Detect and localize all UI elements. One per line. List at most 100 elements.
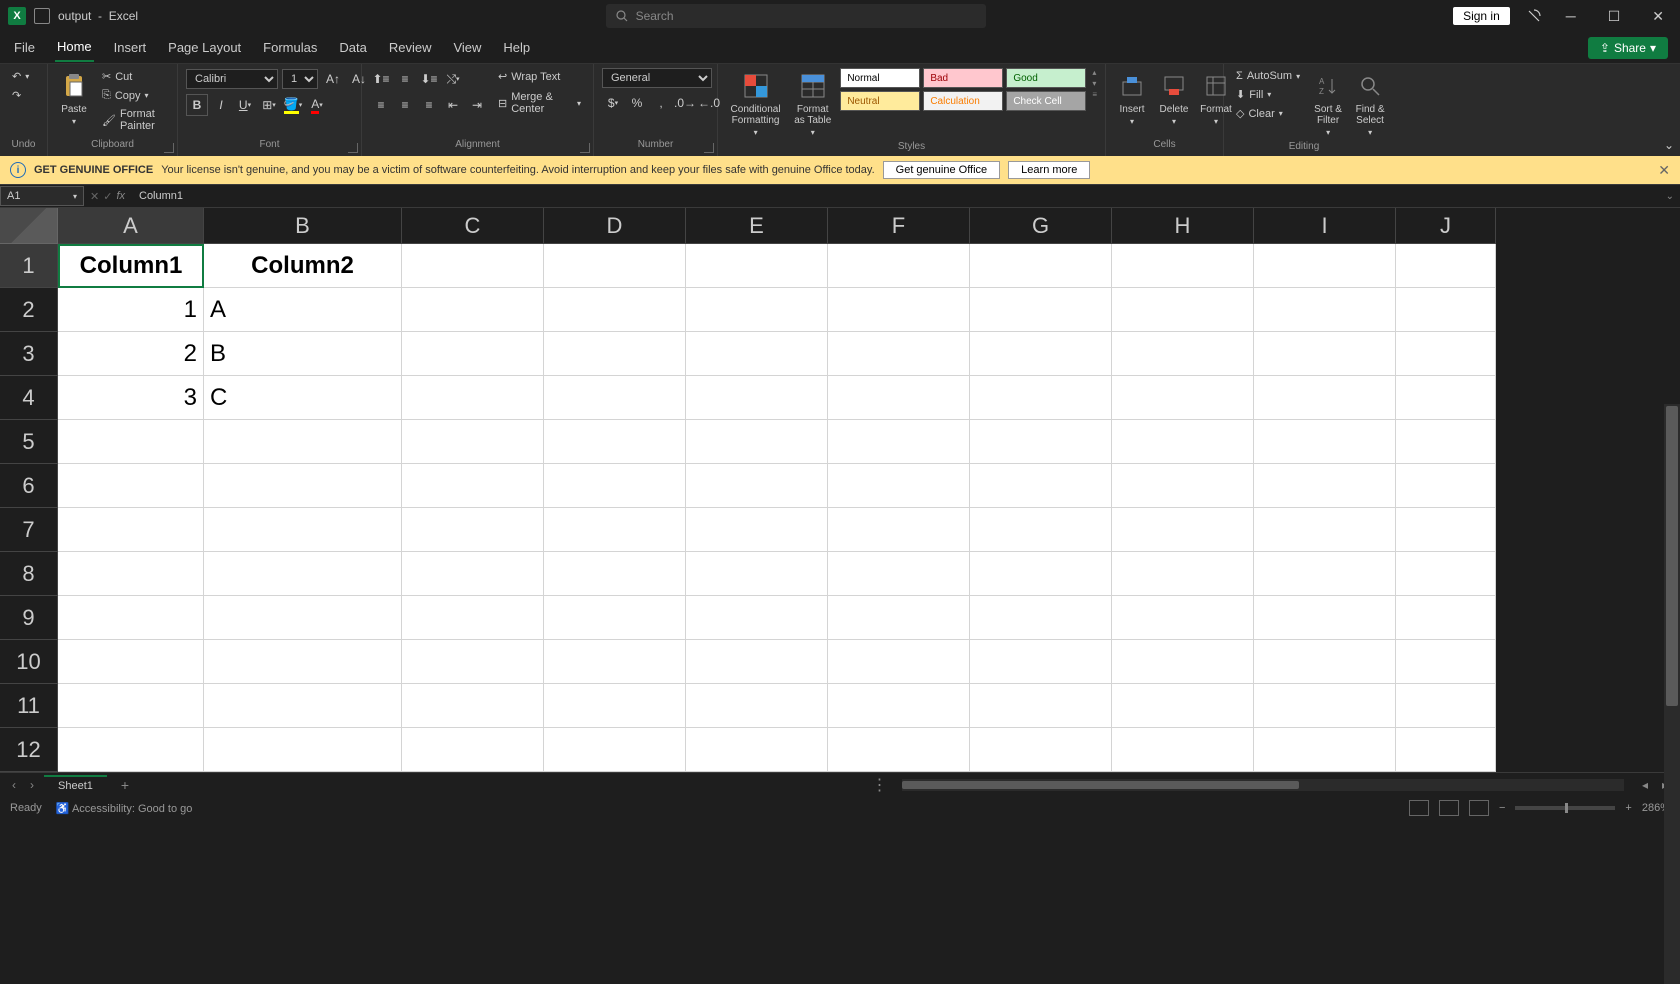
cell-A12[interactable] [58,728,204,772]
cell-H5[interactable] [1112,420,1254,464]
cell-I1[interactable] [1254,244,1396,288]
cell-C7[interactable] [402,508,544,552]
cell-H10[interactable] [1112,640,1254,684]
column-header-F[interactable]: F [828,208,970,244]
align-bottom-button[interactable]: ⬇≡ [418,68,440,90]
align-middle-button[interactable]: ≡ [394,68,416,90]
cell-I5[interactable] [1254,420,1396,464]
cell-J6[interactable] [1396,464,1496,508]
sheet-nav-next[interactable]: › [26,778,38,792]
row-header-12[interactable]: 12 [0,728,58,772]
page-break-view-button[interactable] [1469,800,1489,816]
add-sheet-button[interactable]: + [113,777,137,793]
align-right-button[interactable]: ≡ [418,94,440,116]
column-header-A[interactable]: A [58,208,204,244]
row-header-1[interactable]: 1 [0,244,58,288]
format-painter-button[interactable]: 🖌Format Painter [98,106,169,134]
tab-file[interactable]: File [12,34,37,61]
tab-formulas[interactable]: Formulas [261,34,319,61]
cell-B2[interactable]: A [204,288,402,332]
cell-A9[interactable] [58,596,204,640]
cell-G7[interactable] [970,508,1112,552]
zoom-out-button[interactable]: − [1499,802,1505,814]
tab-data[interactable]: Data [337,34,368,61]
style-good[interactable]: Good [1006,68,1086,88]
cell-I2[interactable] [1254,288,1396,332]
search-box[interactable]: Search [606,4,986,28]
cell-A3[interactable]: 2 [58,332,204,376]
cell-I3[interactable] [1254,332,1396,376]
cell-G8[interactable] [970,552,1112,596]
cell-E10[interactable] [686,640,828,684]
cell-F7[interactable] [828,508,970,552]
cell-E7[interactable] [686,508,828,552]
get-genuine-office-button[interactable]: Get genuine Office [883,161,1001,179]
row-header-11[interactable]: 11 [0,684,58,728]
cell-C3[interactable] [402,332,544,376]
cell-H8[interactable] [1112,552,1254,596]
cell-H7[interactable] [1112,508,1254,552]
cell-J4[interactable] [1396,376,1496,420]
cell-A6[interactable] [58,464,204,508]
style-calculation[interactable]: Calculation [923,91,1003,111]
style-neutral[interactable]: Neutral [840,91,920,111]
underline-button[interactable]: U▾ [234,94,256,116]
orientation-button[interactable]: ⤭▾ [442,68,464,90]
cell-H9[interactable] [1112,596,1254,640]
cell-I12[interactable] [1254,728,1396,772]
sort-filter-button[interactable]: AZSort & Filter▾ [1310,68,1346,139]
undo-button[interactable]: ↶▾ [8,68,33,85]
normal-view-button[interactable] [1409,800,1429,816]
cell-J8[interactable] [1396,552,1496,596]
align-left-button[interactable]: ≡ [370,94,392,116]
cell-D2[interactable] [544,288,686,332]
cell-E3[interactable] [686,332,828,376]
column-header-E[interactable]: E [686,208,828,244]
cell-F2[interactable] [828,288,970,332]
cell-G1[interactable] [970,244,1112,288]
align-center-button[interactable]: ≡ [394,94,416,116]
cell-H12[interactable] [1112,728,1254,772]
cell-I9[interactable] [1254,596,1396,640]
paste-button[interactable]: Paste ▾ [56,68,92,128]
cell-J1[interactable] [1396,244,1496,288]
font-name-select[interactable]: Calibri [186,69,278,89]
cell-C1[interactable] [402,244,544,288]
increase-font-button[interactable]: A↑ [322,68,344,90]
cell-E2[interactable] [686,288,828,332]
cell-F1[interactable] [828,244,970,288]
name-box[interactable]: A1 ▾ [0,186,84,206]
zoom-in-button[interactable]: + [1625,802,1631,814]
decrease-decimal-button[interactable]: ←.0 [698,92,720,114]
cell-A1[interactable]: Column1 [58,244,204,288]
cell-G4[interactable] [970,376,1112,420]
cancel-formula-button[interactable]: ✕ [90,190,99,203]
cell-B5[interactable] [204,420,402,464]
enter-formula-button[interactable]: ✓ [103,190,112,203]
page-layout-view-button[interactable] [1439,800,1459,816]
styles-more[interactable]: ≡ [1092,90,1097,99]
maximize-button[interactable]: ☐ [1600,8,1629,25]
border-button[interactable]: ⊞▾ [258,94,280,116]
row-header-5[interactable]: 5 [0,420,58,464]
tab-page-layout[interactable]: Page Layout [166,34,243,61]
increase-indent-button[interactable]: ⇥ [466,94,488,116]
copy-button[interactable]: ⎘Copy▾ [98,87,169,104]
accounting-format-button[interactable]: $▾ [602,92,624,114]
cell-A5[interactable] [58,420,204,464]
insert-cells-button[interactable]: Insert▾ [1114,68,1150,128]
cell-G6[interactable] [970,464,1112,508]
zoom-slider[interactable] [1515,806,1615,810]
style-checkcell[interactable]: Check Cell [1006,91,1086,111]
increase-decimal-button[interactable]: .0→ [674,92,696,114]
column-header-G[interactable]: G [970,208,1112,244]
tab-help[interactable]: Help [501,34,532,61]
cell-J9[interactable] [1396,596,1496,640]
formula-input[interactable] [131,186,1660,206]
cell-G9[interactable] [970,596,1112,640]
row-header-9[interactable]: 9 [0,596,58,640]
accessibility-status[interactable]: ♿ Accessibility: Good to go [56,802,193,815]
cell-H11[interactable] [1112,684,1254,728]
cell-B12[interactable] [204,728,402,772]
cell-I10[interactable] [1254,640,1396,684]
